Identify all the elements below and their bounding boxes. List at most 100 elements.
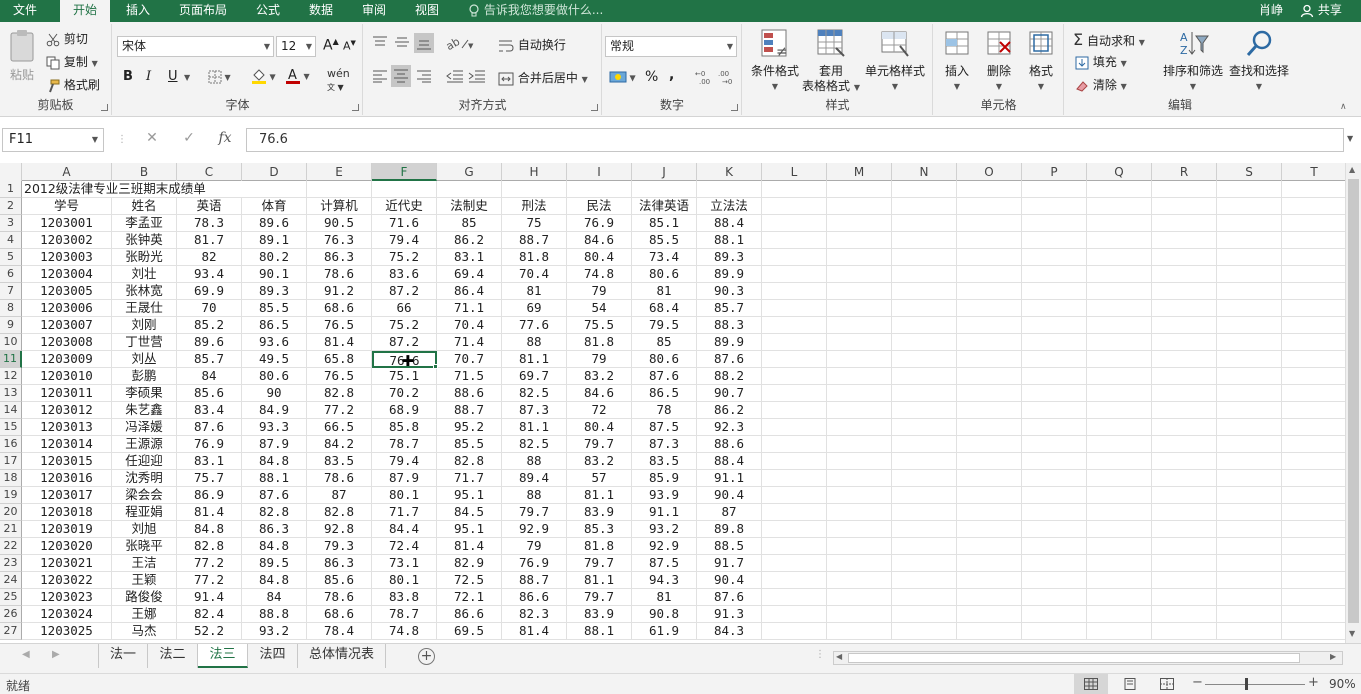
formula-bar-grip[interactable]: ⋮ bbox=[117, 134, 127, 145]
empty-cell[interactable] bbox=[892, 351, 957, 368]
data-cell[interactable]: 85.7 bbox=[697, 300, 762, 317]
data-cell[interactable]: 81 bbox=[502, 283, 567, 300]
data-cell[interactable]: 89.9 bbox=[697, 266, 762, 283]
fill-handle[interactable] bbox=[433, 364, 438, 369]
empty-cell[interactable] bbox=[1152, 419, 1217, 436]
empty-cell[interactable] bbox=[762, 385, 827, 402]
empty-cell[interactable] bbox=[502, 181, 567, 198]
header-cell[interactable]: 计算机 bbox=[307, 198, 372, 215]
empty-cell[interactable] bbox=[957, 555, 1022, 572]
data-cell[interactable]: 72 bbox=[567, 402, 632, 419]
data-cell[interactable]: 87.9 bbox=[242, 436, 307, 453]
empty-cell[interactable] bbox=[1087, 334, 1152, 351]
data-cell[interactable]: 77.6 bbox=[502, 317, 567, 334]
empty-cell[interactable] bbox=[1022, 419, 1087, 436]
empty-cell[interactable] bbox=[1152, 283, 1217, 300]
empty-cell[interactable] bbox=[1217, 487, 1282, 504]
empty-cell[interactable] bbox=[957, 198, 1022, 215]
data-cell[interactable]: 89.4 bbox=[502, 470, 567, 487]
empty-cell[interactable] bbox=[1087, 470, 1152, 487]
data-cell[interactable]: 李孟亚 bbox=[112, 215, 177, 232]
empty-cell[interactable] bbox=[1282, 232, 1345, 249]
empty-cell[interactable] bbox=[762, 487, 827, 504]
row-header[interactable]: 6 bbox=[0, 266, 22, 283]
empty-cell[interactable] bbox=[1152, 436, 1217, 453]
empty-cell[interactable] bbox=[1282, 249, 1345, 266]
empty-cell[interactable] bbox=[1152, 351, 1217, 368]
empty-cell[interactable] bbox=[1087, 419, 1152, 436]
zoom-slider-thumb[interactable] bbox=[1245, 678, 1248, 690]
empty-cell[interactable] bbox=[892, 521, 957, 538]
data-cell[interactable]: 73.4 bbox=[632, 249, 697, 266]
empty-cell[interactable] bbox=[1217, 266, 1282, 283]
empty-cell[interactable] bbox=[1022, 623, 1087, 640]
empty-cell[interactable] bbox=[762, 198, 827, 215]
empty-cell[interactable] bbox=[892, 181, 957, 198]
data-cell[interactable]: 83.5 bbox=[307, 453, 372, 470]
empty-cell[interactable] bbox=[1022, 351, 1087, 368]
data-cell[interactable]: 85 bbox=[437, 215, 502, 232]
empty-cell[interactable] bbox=[892, 317, 957, 334]
data-cell[interactable]: 王晟仕 bbox=[112, 300, 177, 317]
data-cell[interactable]: 83.6 bbox=[372, 266, 437, 283]
empty-cell[interactable] bbox=[1217, 453, 1282, 470]
empty-cell[interactable] bbox=[892, 215, 957, 232]
data-cell[interactable]: 78.6 bbox=[307, 470, 372, 487]
data-cell[interactable]: 81 bbox=[632, 589, 697, 606]
empty-cell[interactable] bbox=[892, 385, 957, 402]
empty-cell[interactable] bbox=[632, 181, 697, 198]
empty-cell[interactable] bbox=[762, 351, 827, 368]
empty-cell[interactable] bbox=[1087, 385, 1152, 402]
data-cell[interactable]: 78.6 bbox=[307, 266, 372, 283]
zoom-level[interactable]: 90% bbox=[1329, 677, 1356, 691]
decrease-indent-icon[interactable] bbox=[446, 69, 464, 83]
data-cell[interactable]: 88.1 bbox=[697, 232, 762, 249]
fill-button[interactable]: 填充 ▼ bbox=[1075, 53, 1127, 70]
empty-cell[interactable] bbox=[1152, 385, 1217, 402]
empty-cell[interactable] bbox=[957, 487, 1022, 504]
empty-cell[interactable] bbox=[762, 334, 827, 351]
data-cell[interactable]: 81.8 bbox=[567, 334, 632, 351]
data-cell[interactable]: 76.9 bbox=[567, 215, 632, 232]
empty-cell[interactable] bbox=[827, 419, 892, 436]
empty-cell[interactable] bbox=[1087, 606, 1152, 623]
underline-dropdown[interactable]: ▼ bbox=[184, 73, 190, 82]
data-cell[interactable]: 81.8 bbox=[567, 538, 632, 555]
empty-cell[interactable] bbox=[1152, 300, 1217, 317]
data-cell[interactable]: 78 bbox=[632, 402, 697, 419]
empty-cell[interactable] bbox=[1022, 487, 1087, 504]
empty-cell[interactable] bbox=[762, 572, 827, 589]
empty-cell[interactable] bbox=[1022, 368, 1087, 385]
row-header[interactable]: 16 bbox=[0, 436, 22, 453]
empty-cell[interactable] bbox=[1087, 317, 1152, 334]
column-header-q[interactable]: Q bbox=[1087, 163, 1152, 181]
empty-cell[interactable] bbox=[827, 181, 892, 198]
data-cell[interactable]: 92.3 bbox=[697, 419, 762, 436]
data-cell[interactable]: 71.7 bbox=[437, 470, 502, 487]
data-cell[interactable]: 王洁 bbox=[112, 555, 177, 572]
empty-cell[interactable] bbox=[1152, 368, 1217, 385]
data-cell[interactable]: 80.2 bbox=[242, 249, 307, 266]
empty-cell[interactable] bbox=[1087, 351, 1152, 368]
empty-cell[interactable] bbox=[1152, 215, 1217, 232]
worksheet-grid[interactable]: ABCDEFGHIJKLMNOPQRST 1 2012级法律专业三班期末成绩单 2 学… bbox=[0, 163, 1345, 643]
data-cell[interactable]: 90.8 bbox=[632, 606, 697, 623]
data-cell[interactable]: 87.9 bbox=[372, 470, 437, 487]
data-cell[interactable]: 86.3 bbox=[307, 555, 372, 572]
empty-cell[interactable] bbox=[827, 385, 892, 402]
data-cell[interactable]: 84.6 bbox=[567, 232, 632, 249]
data-cell[interactable]: 1203019 bbox=[22, 521, 112, 538]
empty-cell[interactable] bbox=[892, 334, 957, 351]
empty-cell[interactable] bbox=[1022, 266, 1087, 283]
data-cell[interactable]: 79 bbox=[567, 351, 632, 368]
empty-cell[interactable] bbox=[1217, 436, 1282, 453]
row-header[interactable]: 20 bbox=[0, 504, 22, 521]
data-cell[interactable]: 73.1 bbox=[372, 555, 437, 572]
empty-cell[interactable] bbox=[1217, 402, 1282, 419]
tab-view[interactable]: 视图 bbox=[405, 0, 449, 22]
vertical-scroll-thumb[interactable] bbox=[1348, 179, 1359, 623]
conditional-format-button[interactable]: ≠ 条件格式 ▼ bbox=[747, 28, 803, 94]
empty-cell[interactable] bbox=[1217, 606, 1282, 623]
tab-review[interactable]: 审阅 bbox=[352, 0, 396, 22]
empty-cell[interactable] bbox=[762, 249, 827, 266]
